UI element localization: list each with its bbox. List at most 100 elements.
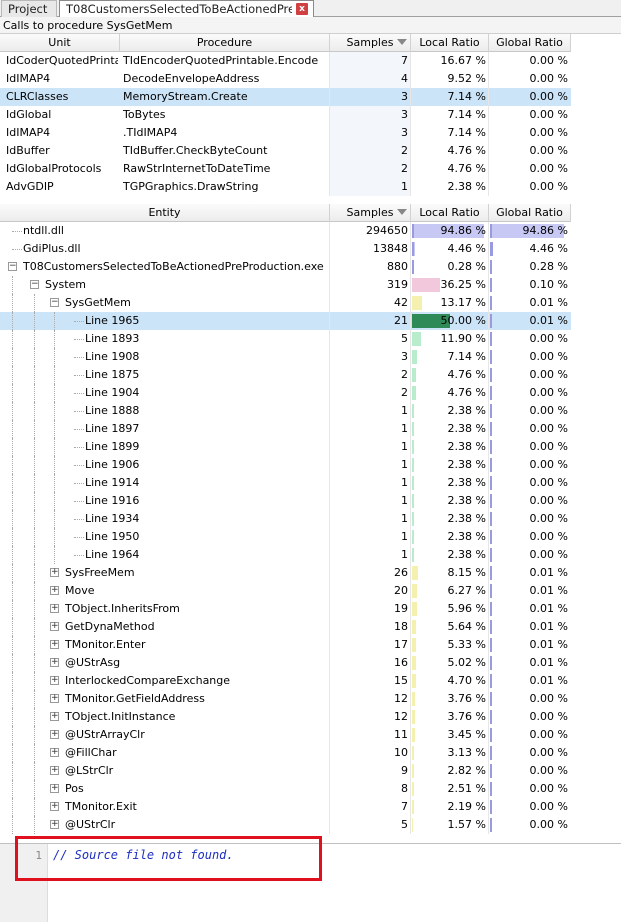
col-global-ratio-header-2[interactable]: Global Ratio [489, 204, 571, 222]
expand-icon[interactable]: + [50, 586, 59, 595]
tree-node[interactable]: − System 319 36.25 % 0.10 % [0, 276, 571, 294]
caller-unit: IdIMAP4 [6, 72, 51, 85]
column-separator [488, 582, 489, 600]
tree-line-item[interactable]: Line 1906 1 2.38 % 0.00 % [0, 456, 571, 474]
tree-node[interactable]: GdiPlus.dll 13848 4.46 % 4.46 % [0, 240, 571, 258]
collapse-icon[interactable]: − [8, 262, 17, 271]
column-separator [488, 222, 489, 240]
entity-global-ratio: 0.10 % [529, 278, 568, 291]
expand-icon[interactable]: + [50, 694, 59, 703]
expand-icon[interactable]: + [50, 802, 59, 811]
caller-local-ratio: 2.38 % [447, 180, 486, 193]
tree-node[interactable]: ntdll.dll 294650 94.86 % 94.86 % [0, 222, 571, 240]
column-separator [488, 474, 489, 492]
tree-line-item[interactable]: Line 1908 3 7.14 % 0.00 % [0, 348, 571, 366]
tree-node[interactable]: + @FillChar 10 3.13 % 0.00 % [0, 744, 571, 762]
expand-icon[interactable]: + [50, 712, 59, 721]
tab-profile-results[interactable]: T08CustomersSelectedToBeActionedPre... x [59, 0, 314, 18]
tree-node[interactable]: + Pos 8 2.51 % 0.00 % [0, 780, 571, 798]
expand-icon[interactable]: + [50, 784, 59, 793]
tree-node[interactable]: + @UStrClr 5 1.57 % 0.00 % [0, 816, 571, 834]
entity-local-ratio: 5.33 % [447, 638, 486, 651]
column-separator [329, 160, 330, 178]
tree-node[interactable]: + TMonitor.Enter 17 5.33 % 0.01 % [0, 636, 571, 654]
expand-icon[interactable]: + [50, 622, 59, 631]
tree-node[interactable]: + TMonitor.GetFieldAddress 12 3.76 % 0.00 % [0, 690, 571, 708]
column-separator [329, 474, 330, 492]
expand-icon[interactable]: + [50, 658, 59, 667]
tree-guide-line [34, 600, 35, 618]
tree-node[interactable]: + SysFreeMem 26 8.15 % 0.01 % [0, 564, 571, 582]
column-separator [488, 510, 489, 528]
expand-icon[interactable]: + [50, 766, 59, 775]
collapse-icon[interactable]: − [30, 280, 39, 289]
tree-line-item[interactable]: Line 1934 1 2.38 % 0.00 % [0, 510, 571, 528]
tree-line-item[interactable]: Line 1965 21 50.00 % 0.01 % [0, 312, 571, 330]
caller-row[interactable]: IdCoderQuotedPrinta... TIdEncoderQuotedPr… [0, 52, 571, 70]
column-separator [488, 70, 489, 88]
expand-icon[interactable]: + [50, 604, 59, 613]
column-separator [329, 510, 330, 528]
caller-row[interactable]: CLRClasses MemoryStream.Create 3 7.14 % 0.00… [0, 88, 571, 106]
expand-icon[interactable]: + [50, 748, 59, 757]
tree-node[interactable]: + @UStrArrayClr 11 3.45 % 0.00 % [0, 726, 571, 744]
tree-node[interactable]: + InterlockedCompareExchange 15 4.70 % 0.01 … [0, 672, 571, 690]
col-samples-header[interactable]: Samples [330, 34, 411, 52]
entity-samples: 2 [401, 368, 408, 381]
tree-node[interactable]: + @UStrAsg 16 5.02 % 0.01 % [0, 654, 571, 672]
tree-node[interactable]: + Move 20 6.27 % 0.01 % [0, 582, 571, 600]
close-tab-icon[interactable]: x [296, 3, 308, 15]
entity-global-ratio: 0.00 % [529, 422, 568, 435]
tree-node[interactable]: + TObject.InheritsFrom 19 5.96 % 0.01 % [0, 600, 571, 618]
tree-node[interactable]: + GetDynaMethod 18 5.64 % 0.01 % [0, 618, 571, 636]
entity-name: @LStrClr [65, 764, 114, 777]
tree-node[interactable]: − T08CustomersSelectedToBeActionedPreProd… [0, 258, 571, 276]
expand-icon[interactable]: + [50, 676, 59, 685]
caller-row[interactable]: IdIMAP4 .TIdIMAP4 3 7.14 % 0.00 % [0, 124, 571, 142]
expand-icon[interactable]: + [50, 820, 59, 829]
tree-connector [74, 375, 84, 376]
col-local-ratio-header[interactable]: Local Ratio [411, 34, 489, 52]
tree-line-item[interactable]: Line 1964 1 2.38 % 0.00 % [0, 546, 571, 564]
caller-row[interactable]: IdGlobal ToBytes 3 7.14 % 0.00 % [0, 106, 571, 124]
col-procedure-header[interactable]: Procedure [120, 34, 330, 52]
col-entity-header[interactable]: Entity [0, 204, 330, 222]
tree-node[interactable]: + TMonitor.Exit 7 2.19 % 0.00 % [0, 798, 571, 816]
tree-guide-line [34, 780, 35, 798]
caller-row[interactable]: IdIMAP4 DecodeEnvelopeAddress 4 9.52 % 0.00 … [0, 70, 571, 88]
column-separator [329, 798, 330, 816]
tree-line-item[interactable]: Line 1914 1 2.38 % 0.00 % [0, 474, 571, 492]
entity-name: TObject.InheritsFrom [65, 602, 180, 615]
tree-node[interactable]: + TObject.InitInstance 12 3.76 % 0.00 % [0, 708, 571, 726]
tree-connector [74, 411, 84, 412]
column-separator [488, 708, 489, 726]
entity-name: Line 1893 [85, 332, 140, 345]
col-samples-header-2[interactable]: Samples [330, 204, 411, 222]
tree-line-item[interactable]: Line 1875 2 4.76 % 0.00 % [0, 366, 571, 384]
column-separator [410, 816, 411, 834]
caller-row[interactable]: IdBuffer TIdBuffer.CheckByteCount 2 4.76 % 0… [0, 142, 571, 160]
tree-node[interactable]: − SysGetMem 42 13.17 % 0.01 % [0, 294, 571, 312]
tree-line-item[interactable]: Line 1897 1 2.38 % 0.00 % [0, 420, 571, 438]
tree-line-item[interactable]: Line 1893 5 11.90 % 0.00 % [0, 330, 571, 348]
tree-line-item[interactable]: Line 1904 2 4.76 % 0.00 % [0, 384, 571, 402]
caller-row[interactable]: AdvGDIP TGPGraphics.DrawString 1 2.38 % 0.00… [0, 178, 571, 196]
expand-icon[interactable]: + [50, 730, 59, 739]
col-global-ratio-header[interactable]: Global Ratio [489, 34, 571, 52]
tree-line-item[interactable]: Line 1888 1 2.38 % 0.00 % [0, 402, 571, 420]
column-separator [329, 654, 330, 672]
col-local-ratio-header-2[interactable]: Local Ratio [411, 204, 489, 222]
tree-line-item[interactable]: Line 1916 1 2.38 % 0.00 % [0, 492, 571, 510]
entity-global-ratio: 0.00 % [529, 440, 568, 453]
tree-guide-line [12, 798, 13, 816]
caller-row[interactable]: IdGlobalProtocols RawStrInternetToDateTim… [0, 160, 571, 178]
tree-guide-line [34, 690, 35, 708]
expand-icon[interactable]: + [50, 568, 59, 577]
tree-node[interactable]: + @LStrClr 9 2.82 % 0.00 % [0, 762, 571, 780]
tree-line-item[interactable]: Line 1950 1 2.38 % 0.00 % [0, 528, 571, 546]
expand-icon[interactable]: + [50, 640, 59, 649]
tree-line-item[interactable]: Line 1899 1 2.38 % 0.00 % [0, 438, 571, 456]
tab-project[interactable]: Project [1, 0, 57, 17]
col-unit-header[interactable]: Unit [0, 34, 120, 52]
collapse-icon[interactable]: − [50, 298, 59, 307]
